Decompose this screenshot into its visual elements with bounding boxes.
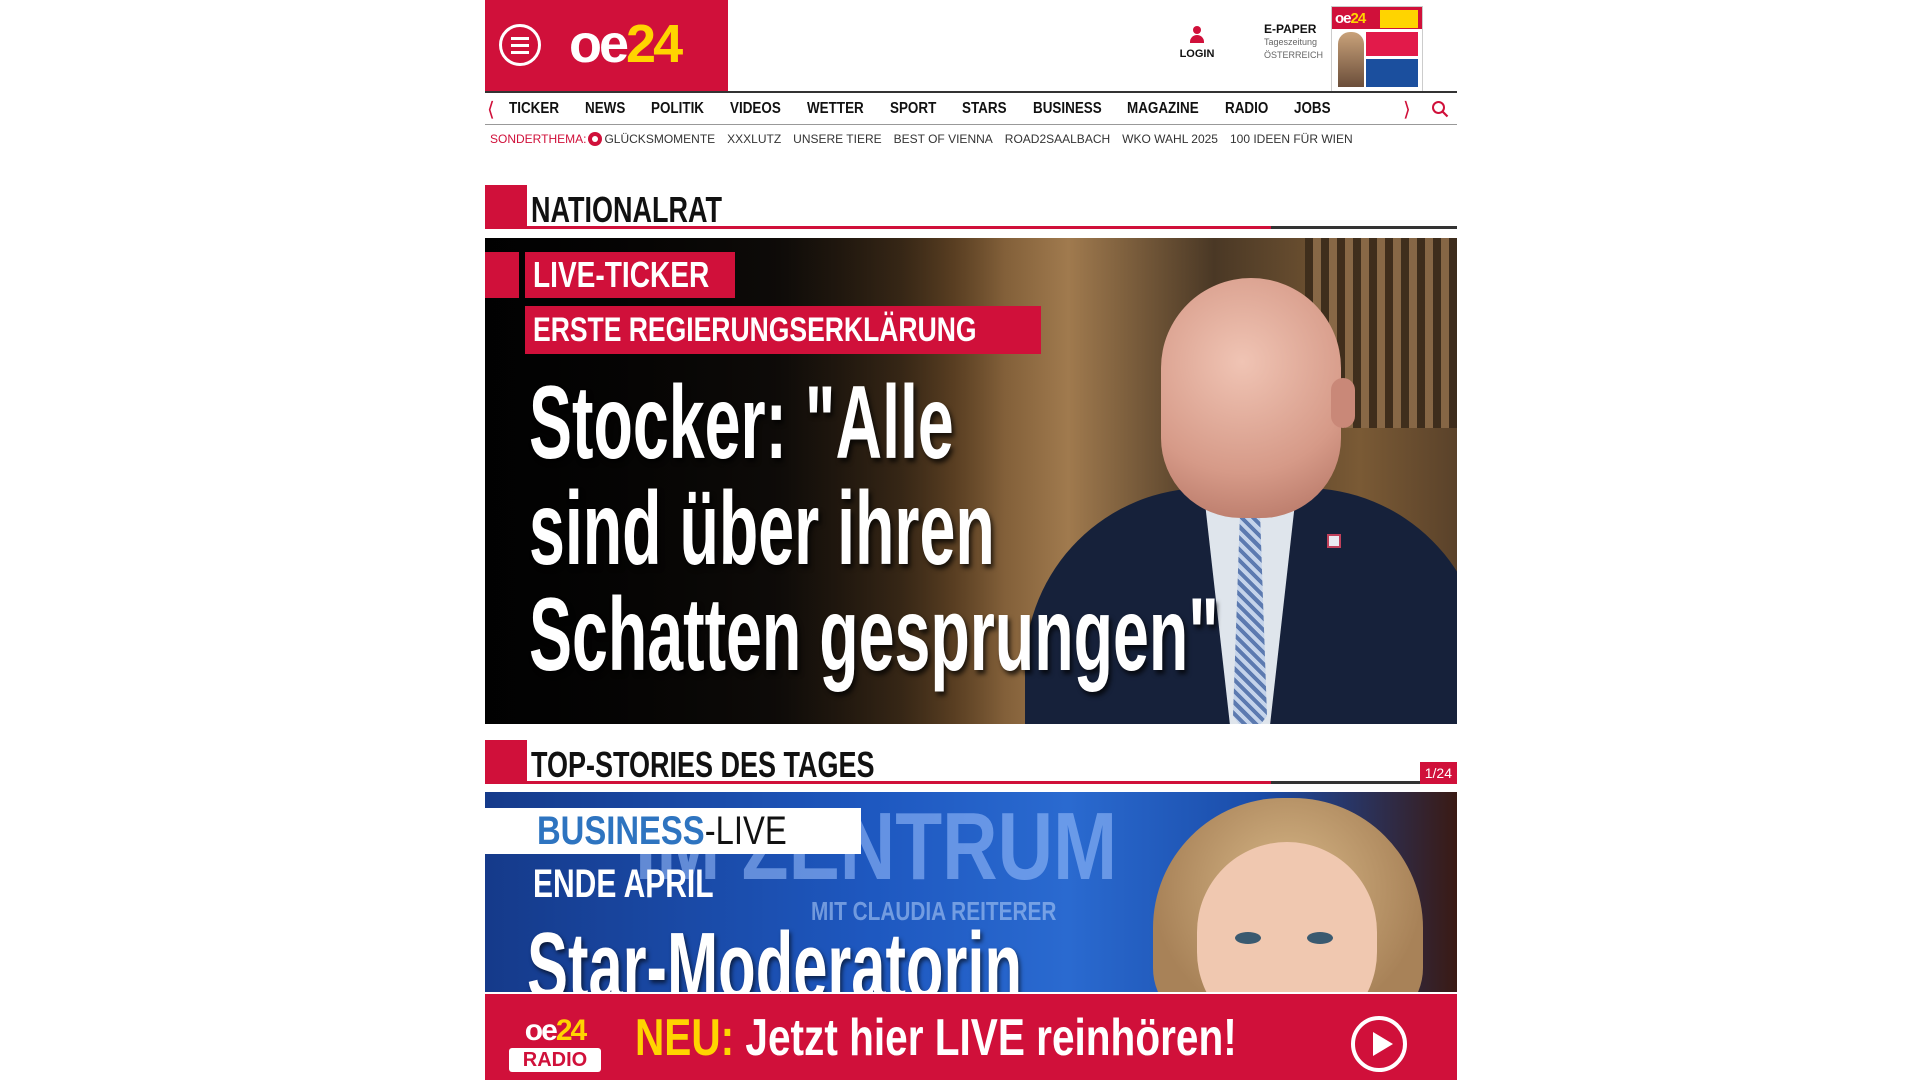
radio-logo: oe24 RADIO — [509, 1016, 601, 1072]
user-icon — [1190, 26, 1204, 44]
subnav-item[interactable]: XXXLUTZ — [727, 132, 781, 146]
subnav-item[interactable]: GLÜCKSMOMENTE — [604, 132, 715, 146]
hero-kicker-tag: ERSTE REGIERUNGSERKLÄRUNG — [525, 306, 1041, 354]
nav-item-wetter[interactable]: WETTER — [807, 100, 864, 118]
nav-item-magazine[interactable]: MAGAZINE — [1127, 100, 1199, 118]
nav-item-stars[interactable]: STARS — [962, 100, 1007, 118]
subnav-label: SONDERTHEMA: — [490, 132, 587, 146]
login-label: LOGIN — [1179, 48, 1215, 60]
radio-banner[interactable]: oe24 RADIO NEU: Jetzt hier LIVE reinhöre… — [485, 994, 1457, 1080]
business-live-badge: BUSINESS-LIVE — [485, 808, 861, 854]
story-kicker: ENDE APRIL — [533, 862, 714, 906]
chevron-right-icon[interactable]: ⟩ — [1403, 97, 1411, 122]
hero-headline[interactable]: Stocker: "Alle sind über ihren Schatten … — [529, 370, 1457, 688]
subnav-items: GLÜCKSMOMENTE XXXLUTZ UNSERE TIERE BEST OF … — [604, 132, 1364, 146]
page: oe24 LOGIN E-PAPER Tageszeitung ÖSTERREI… — [485, 0, 1457, 1080]
hamburger-menu-icon[interactable] — [499, 24, 541, 66]
heart-icon — [588, 132, 603, 146]
epaper-thumb-logo: oe24 — [1335, 10, 1366, 27]
epaper-thumbnail[interactable]: oe24 — [1331, 6, 1423, 92]
nav-item-radio[interactable]: RADIO — [1225, 100, 1268, 118]
search-icon[interactable] — [1431, 100, 1449, 118]
nav-item-politik[interactable]: POLITIK — [651, 100, 704, 118]
section-header-nationalrat[interactable]: NATIONALRAT — [485, 185, 1457, 230]
story-headline: Star-Moderatorin — [527, 913, 1022, 992]
section-header-top-stories[interactable]: TOP-STORIES DES TAGES 1/24 — [485, 740, 1457, 785]
nav-item-business[interactable]: BUSINESS — [1033, 100, 1102, 118]
pager-badge: 1/24 — [1419, 762, 1457, 784]
play-icon[interactable] — [1351, 1016, 1407, 1072]
nav-item-sport[interactable]: SPORT — [890, 100, 936, 118]
nav-item-news[interactable]: NEWS — [585, 100, 625, 118]
section-title: TOP-STORIES DES TAGES — [531, 744, 875, 785]
subnav-item[interactable]: UNSERE TIERE — [793, 132, 881, 146]
radio-message: NEU: Jetzt hier LIVE reinhören! — [635, 1009, 1237, 1067]
subnav: SONDERTHEMA: GLÜCKSMOMENTE XXXLUTZ UNSERE … — [490, 126, 1365, 152]
chevron-left-icon[interactable]: ⟨ — [487, 97, 495, 122]
nav-items: TICKER NEWS POLITIK VIDEOS WETTER SPORT STARS B… — [509, 93, 1357, 125]
hero-story[interactable]: LIVE-TICKER ERSTE REGIERUNGSERKLÄRUNG St… — [485, 238, 1457, 724]
main-nav: ⟨ TICKER NEWS POLITIK VIDEOS WETTER SPORT STAR… — [485, 91, 1457, 125]
site-logo[interactable]: oe24 — [569, 14, 683, 74]
subnav-item[interactable]: WKO WAHL 2025 — [1122, 132, 1218, 146]
live-ticker-tag: LIVE-TICKER — [525, 252, 735, 298]
subnav-item[interactable]: BEST OF VIENNA — [894, 132, 993, 146]
hero-headline-line: Stocker: "Alle — [529, 365, 954, 481]
nav-item-ticker[interactable]: TICKER — [509, 100, 559, 118]
subnav-item[interactable]: ROAD2SAALBACH — [1005, 132, 1110, 146]
hero-headline-line: Schatten gesprungen" — [529, 577, 1219, 693]
nav-item-jobs[interactable]: JOBS — [1294, 100, 1331, 118]
top-story-card[interactable]: IM ZENTRUM MIT CLAUDIA REITERER BUSINESS… — [485, 792, 1457, 992]
hero-headline-line: sind über ihren — [529, 471, 995, 587]
login-button[interactable]: LOGIN — [1169, 26, 1225, 60]
nav-item-videos[interactable]: VIDEOS — [730, 100, 781, 118]
logo-area: oe24 — [485, 0, 728, 91]
section-title: NATIONALRAT — [531, 189, 722, 230]
subnav-item[interactable]: 100 IDEEN FÜR WIEN — [1230, 132, 1353, 146]
